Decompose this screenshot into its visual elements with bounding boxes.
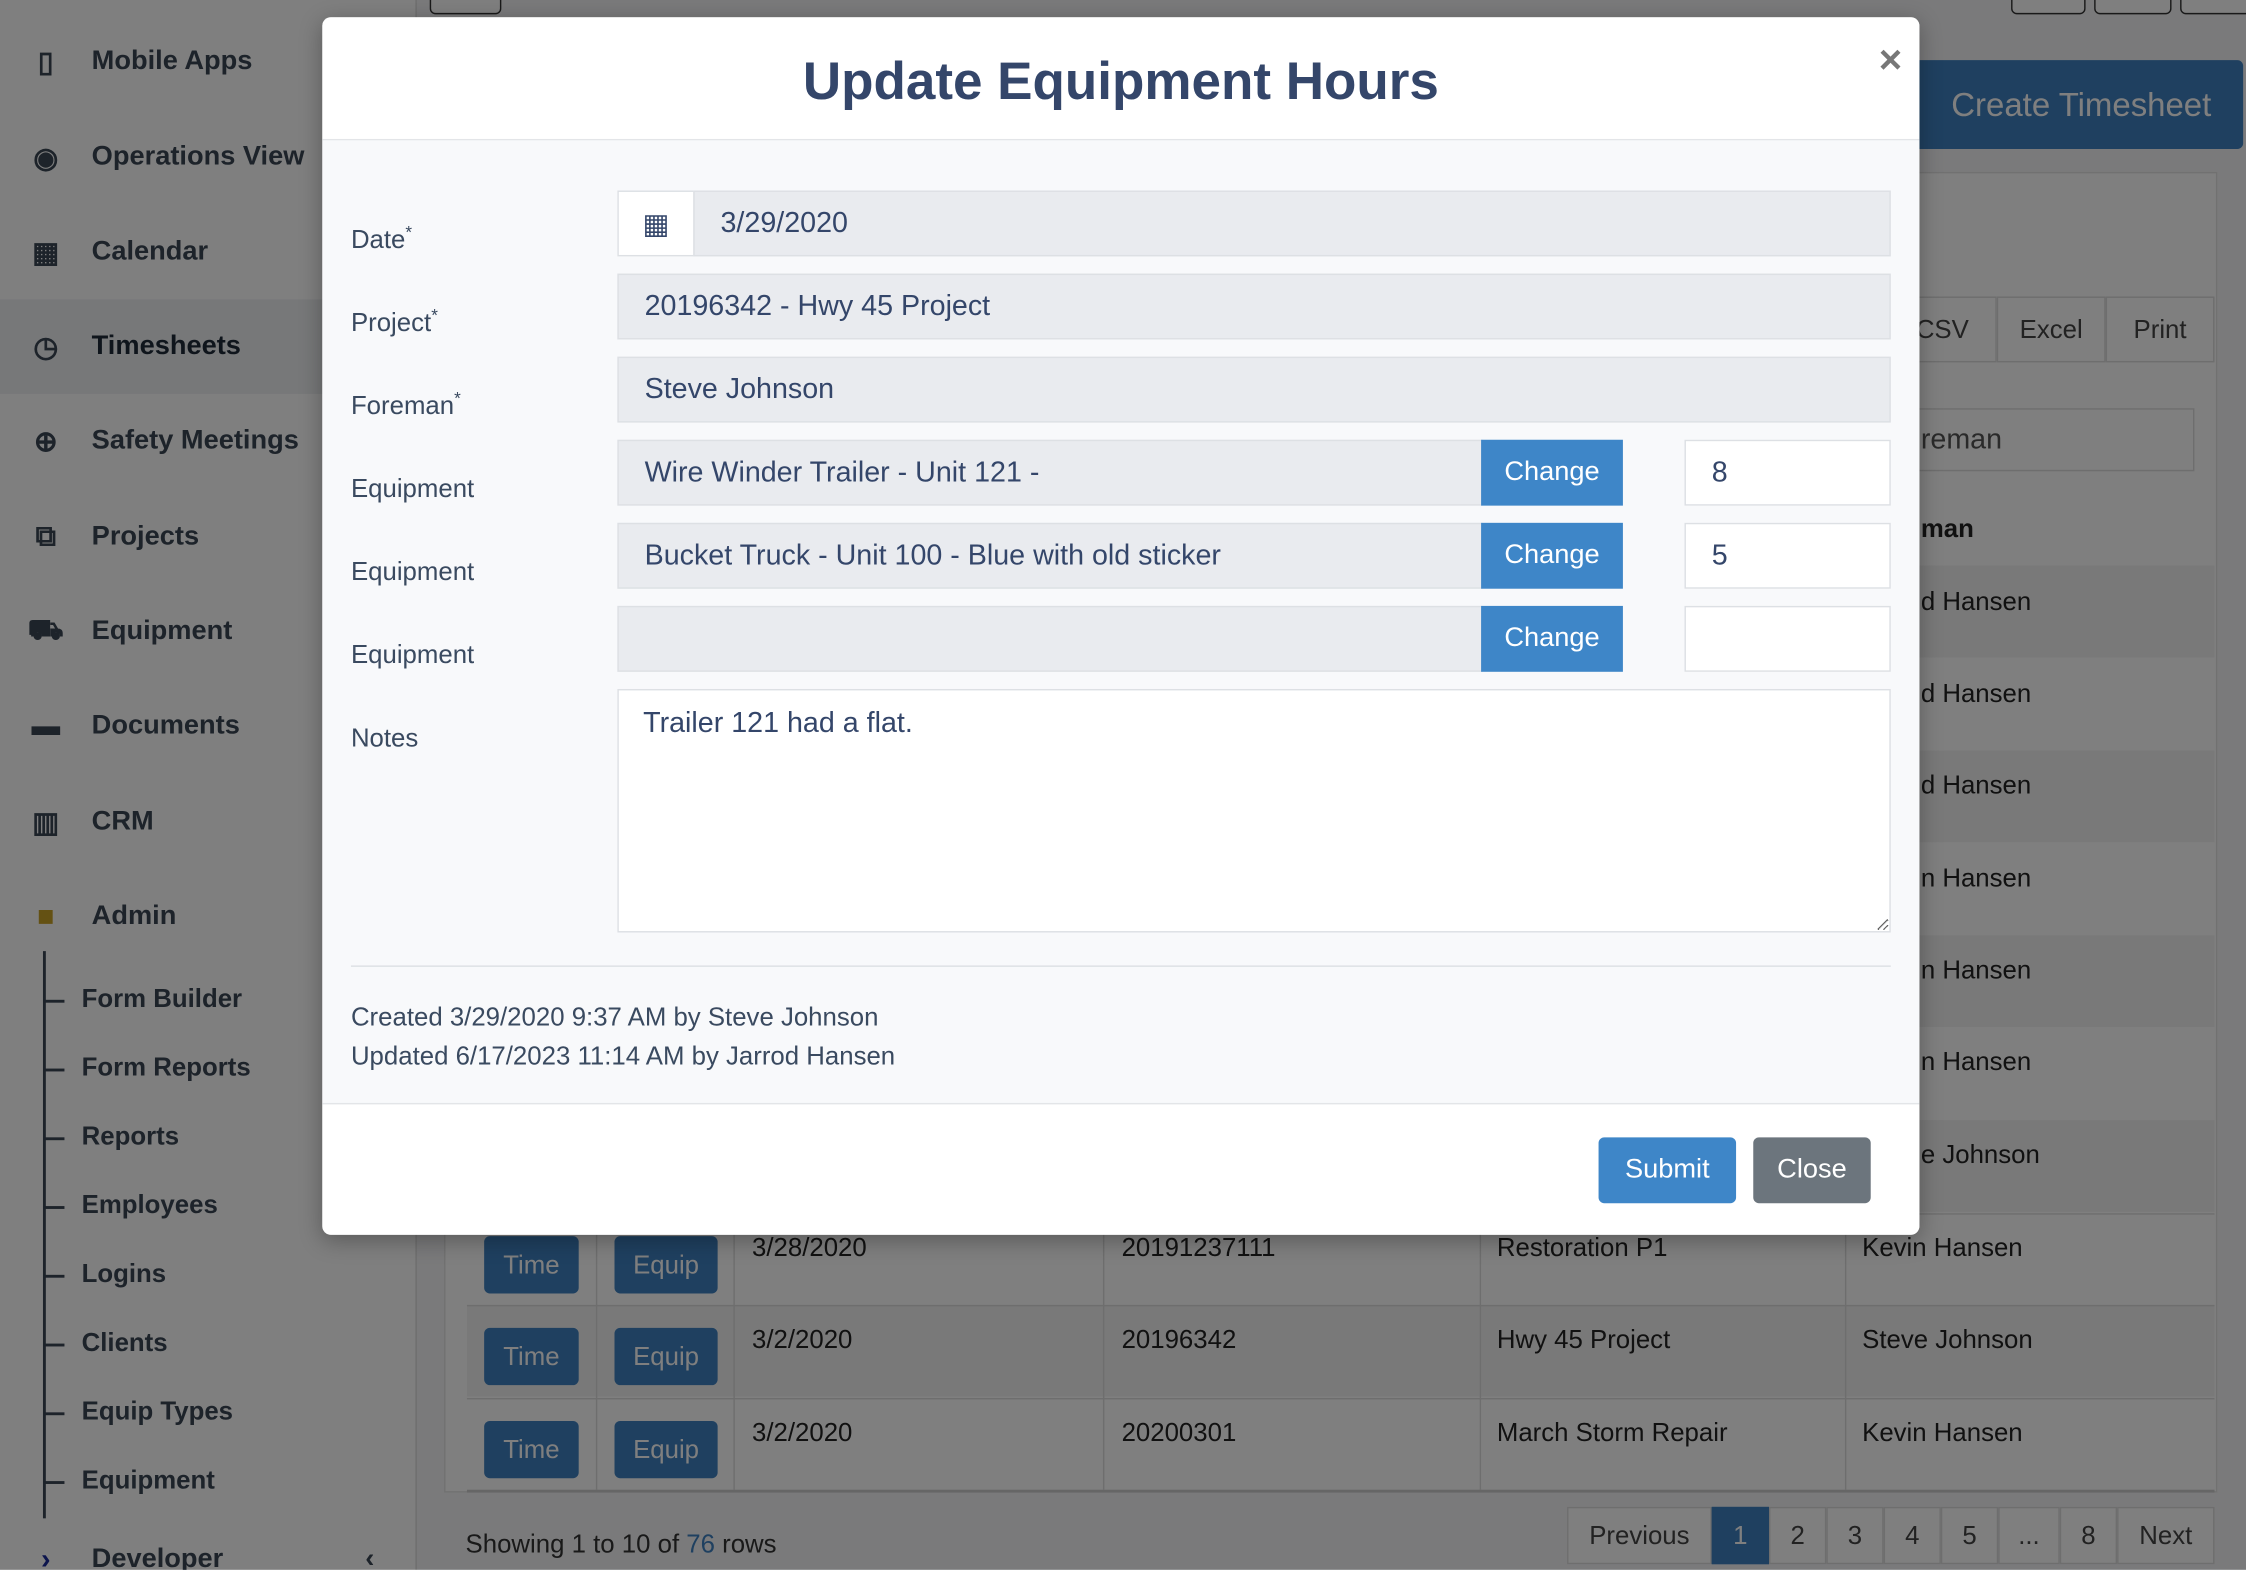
close-icon[interactable]: × — [1879, 37, 1902, 83]
equipment-label: Equipment — [350, 474, 475, 503]
equipment-hours-input[interactable] — [1684, 522, 1891, 589]
updated-info: Updated 6/17/2023 11:14 AM by Jarrod Han… — [350, 1041, 896, 1071]
equipment-label: Equipment — [350, 640, 475, 669]
change-equipment-button[interactable]: Change — [1481, 605, 1623, 672]
date-field[interactable]: 3/29/2020 — [693, 190, 1891, 257]
equipment-hours-input[interactable] — [1684, 439, 1891, 506]
notes-label: Notes — [350, 723, 419, 753]
equipment-label: Equipment — [350, 557, 475, 586]
change-equipment-button[interactable]: Change — [1481, 439, 1623, 506]
foreman-field[interactable]: Steve Johnson — [617, 356, 1891, 423]
equipment-field: Bucket Truck - Unit 100 - Blue with old … — [617, 522, 1483, 589]
date-label: Date* — [350, 222, 413, 254]
notes-textarea[interactable]: Trailer 121 had a flat. — [617, 688, 1891, 933]
equipment-field — [617, 605, 1483, 672]
divider — [350, 965, 1891, 967]
update-equipment-hours-modal: Update Equipment Hours × Date* ▦ 3/29/20… — [322, 17, 1920, 1235]
submit-button[interactable]: Submit — [1598, 1137, 1737, 1204]
change-equipment-button[interactable]: Change — [1481, 522, 1623, 589]
created-info: Created 3/29/2020 9:37 AM by Steve Johns… — [350, 1002, 879, 1032]
project-field[interactable]: 20196342 - Hwy 45 Project — [617, 273, 1891, 340]
close-button[interactable]: Close — [1753, 1137, 1871, 1204]
equipment-field: Wire Winder Trailer - Unit 121 - — [617, 439, 1483, 506]
calendar-icon[interactable]: ▦ — [617, 190, 695, 257]
project-label: Project* — [350, 305, 438, 337]
modal-title: Update Equipment Hours — [802, 51, 1439, 111]
foreman-label: Foreman* — [350, 388, 461, 420]
equipment-hours-input[interactable] — [1684, 605, 1891, 672]
